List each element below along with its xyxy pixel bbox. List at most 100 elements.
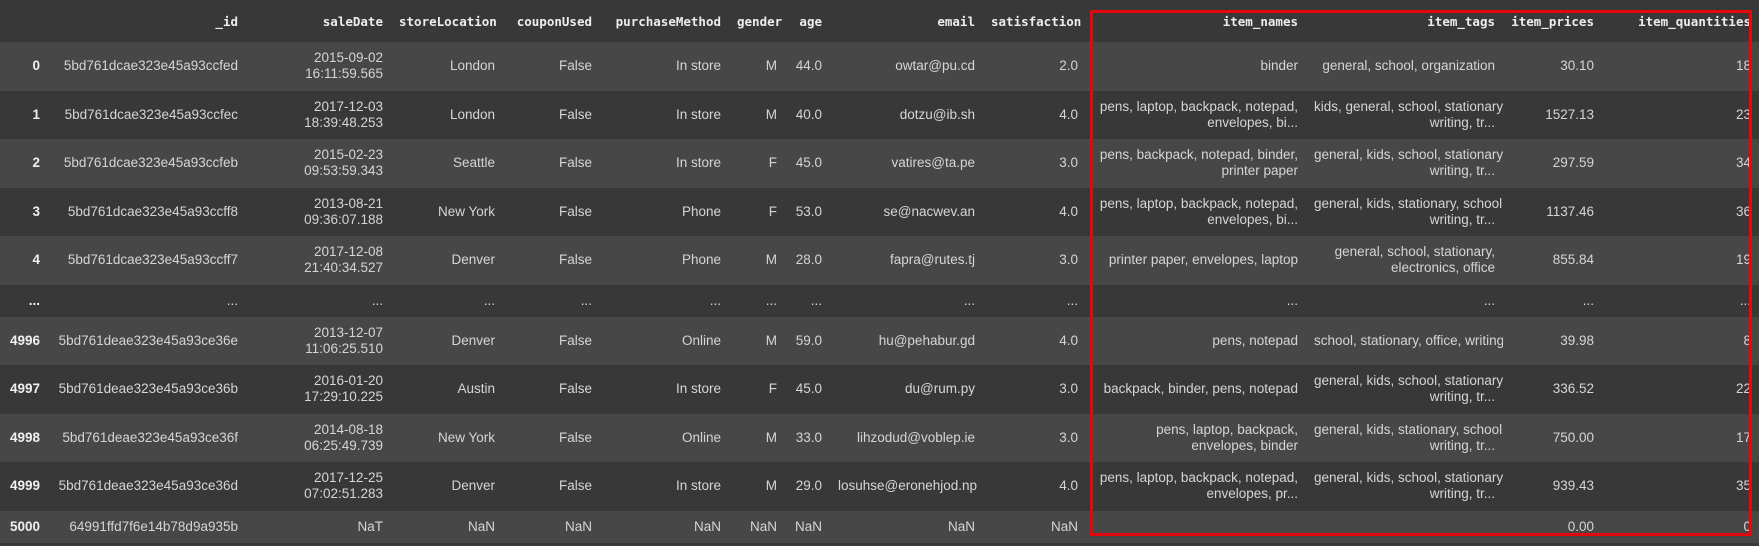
sale-date-cell: 2013-12-07 11:06:25.510 bbox=[246, 316, 391, 365]
column-header-satisfaction: satisfaction bbox=[983, 0, 1086, 42]
purchase-method-cell: Online bbox=[600, 316, 729, 365]
item-tags-cell bbox=[1306, 510, 1503, 543]
age-cell: 44.0 bbox=[785, 42, 830, 91]
item-tags-cell-line1: general, kids, stationary, school, bbox=[1314, 195, 1503, 211]
satisfaction-cell: 4.0 bbox=[983, 316, 1086, 365]
coupon-used-cell: False bbox=[503, 42, 600, 91]
item-tags-cell-line2: writing, tr... bbox=[1429, 486, 1495, 502]
purchase-method-cell: ... bbox=[600, 284, 729, 317]
row-index: 4999 bbox=[0, 462, 48, 511]
item-tags-cell-line1: kids, general, school, stationary, bbox=[1314, 98, 1503, 114]
item-quantities-cell: 34 bbox=[1602, 139, 1759, 188]
sale-date-cell-line1: 2017-12-03 bbox=[313, 98, 383, 114]
purchase-method-cell: In store bbox=[600, 90, 729, 139]
sale-date-cell-line2: 16:11:59.565 bbox=[305, 66, 383, 82]
item-names-cell: pens, backpack, notepad, binder, printer … bbox=[1086, 139, 1306, 188]
age-cell: ... bbox=[785, 284, 830, 317]
age-cell: 40.0 bbox=[785, 90, 830, 139]
coupon-used-cell: NaN bbox=[503, 510, 600, 543]
table-row: 1 5bd761dcae323e45a93ccfec 2017-12-03 18:39… bbox=[0, 90, 1759, 139]
sale-date-cell: 2017-12-25 07:02:51.283 bbox=[246, 462, 391, 511]
store-location-cell: ... bbox=[391, 284, 503, 317]
id-cell: 5bd761deae323e45a93ce36b bbox=[48, 365, 246, 414]
sale-date-cell-line1: 2015-02-23 bbox=[313, 147, 383, 163]
item-tags-cell-line2: writing, tr... bbox=[1429, 211, 1495, 227]
item-quantities-cell: ... bbox=[1602, 284, 1759, 317]
store-location-cell: Austin bbox=[391, 365, 503, 414]
item-names-cell-line2: envelopes, pr... bbox=[1206, 486, 1298, 502]
row-index: 2 bbox=[0, 139, 48, 188]
table-row: 3 5bd761dcae323e45a93ccff8 2013-08-21 09:36… bbox=[0, 187, 1759, 236]
id-cell: 5bd761deae323e45a93ce36e bbox=[48, 316, 246, 365]
item-quantities-cell: 8 bbox=[1602, 316, 1759, 365]
item-names-cell-line2: envelopes, binder bbox=[1191, 437, 1298, 453]
item-names-cell: printer paper, envelopes, laptop bbox=[1086, 236, 1306, 285]
item-tags-cell-line2: writing, tr... bbox=[1429, 114, 1495, 130]
sale-date-cell: 2015-09-02 16:11:59.565 bbox=[246, 42, 391, 91]
item-quantities-cell: 17 bbox=[1602, 413, 1759, 462]
id-cell: 5bd761dcae323e45a93ccfec bbox=[48, 90, 246, 139]
row-index: 3 bbox=[0, 187, 48, 236]
age-cell: NaN bbox=[785, 510, 830, 543]
gender-cell: F bbox=[729, 187, 785, 236]
item-names-cell-line2: envelopes, bi... bbox=[1207, 211, 1298, 227]
purchase-method-cell: In store bbox=[600, 139, 729, 188]
sale-date-cell: ... bbox=[246, 284, 391, 317]
item-names-cell: pens, notepad bbox=[1086, 316, 1306, 365]
item-names-cell-line1: pens, laptop, backpack, notepad, bbox=[1099, 98, 1298, 114]
id-cell: 5bd761deae323e45a93ce36d bbox=[48, 462, 246, 511]
row-index: 0 bbox=[0, 42, 48, 91]
email-cell: losuhse@eronehjod.np bbox=[830, 462, 983, 511]
table-row: 2 5bd761dcae323e45a93ccfeb 2015-02-23 09:53… bbox=[0, 139, 1759, 188]
table-body: 0 5bd761dcae323e45a93ccfed 2015-09-02 16:11… bbox=[0, 42, 1759, 543]
table-row: 4998 5bd761deae323e45a93ce36f 2014-08-18 06… bbox=[0, 413, 1759, 462]
column-header-item-names: item_names bbox=[1086, 0, 1306, 42]
email-cell: NaN bbox=[830, 510, 983, 543]
age-cell: 53.0 bbox=[785, 187, 830, 236]
table-row: 0 5bd761dcae323e45a93ccfed 2015-09-02 16:11… bbox=[0, 42, 1759, 91]
coupon-used-cell: ... bbox=[503, 284, 600, 317]
item-tags-cell: general, school, organization bbox=[1306, 42, 1503, 91]
item-quantities-cell: 19 bbox=[1602, 236, 1759, 285]
table-row: 4999 5bd761deae323e45a93ce36d 2017-12-25 07… bbox=[0, 462, 1759, 511]
purchase-method-cell: Phone bbox=[600, 236, 729, 285]
sale-date-cell-line2: 21:40:34.527 bbox=[304, 260, 383, 276]
item-prices-cell: 297.59 bbox=[1503, 139, 1602, 188]
coupon-used-cell: False bbox=[503, 90, 600, 139]
column-header-item-prices: item_prices bbox=[1503, 0, 1602, 42]
age-cell: 28.0 bbox=[785, 236, 830, 285]
item-names-cell-line1: ... bbox=[1286, 292, 1298, 308]
satisfaction-cell: 3.0 bbox=[983, 365, 1086, 414]
item-tags-cell: general, kids, stationary, school, writin… bbox=[1306, 413, 1503, 462]
id-cell: 5bd761dcae323e45a93ccff7 bbox=[48, 236, 246, 285]
sale-date-cell-line2: 11:06:25.510 bbox=[305, 340, 383, 356]
column-header--id: _id bbox=[48, 0, 246, 42]
gender-cell: NaN bbox=[729, 510, 785, 543]
sale-date-cell-line1: 2013-08-21 bbox=[313, 195, 383, 211]
satisfaction-cell: 4.0 bbox=[983, 187, 1086, 236]
column-header-storelocation: storeLocation bbox=[391, 0, 503, 42]
purchase-method-cell: In store bbox=[600, 462, 729, 511]
item-names-cell-line1: printer paper, envelopes, laptop bbox=[1108, 252, 1298, 268]
item-names-cell: pens, laptop, backpack, notepad, envelope… bbox=[1086, 90, 1306, 139]
row-index: 5000 bbox=[0, 510, 48, 543]
sale-date-cell-line1: 2017-12-25 bbox=[313, 470, 383, 486]
item-tags-cell: school, stationary, office, writing bbox=[1306, 316, 1503, 365]
item-prices-cell: 336.52 bbox=[1503, 365, 1602, 414]
item-names-cell-line1: pens, laptop, backpack, notepad, bbox=[1099, 195, 1298, 211]
row-index: 4997 bbox=[0, 365, 48, 414]
item-prices-cell: 39.98 bbox=[1503, 316, 1602, 365]
id-cell: 64991ffd7f6e14b78d9a935b bbox=[48, 510, 246, 543]
store-location-cell: Denver bbox=[391, 462, 503, 511]
item-tags-cell: general, kids, stationary, school, writin… bbox=[1306, 187, 1503, 236]
item-tags-cell-line1: general, kids, school, stationary, bbox=[1314, 147, 1503, 163]
item-prices-cell: 1527.13 bbox=[1503, 90, 1602, 139]
table-row: ........................................… bbox=[0, 284, 1759, 317]
age-cell: 59.0 bbox=[785, 316, 830, 365]
sale-date-cell-line2: 18:39:48.253 bbox=[304, 114, 383, 130]
item-tags-cell: kids, general, school, stationary, writin… bbox=[1306, 90, 1503, 139]
sale-date-cell-line1: 2015-09-02 bbox=[313, 50, 383, 66]
store-location-cell: New York bbox=[391, 413, 503, 462]
satisfaction-cell: 2.0 bbox=[983, 42, 1086, 91]
item-tags-cell-line2: electronics, office bbox=[1390, 260, 1495, 276]
